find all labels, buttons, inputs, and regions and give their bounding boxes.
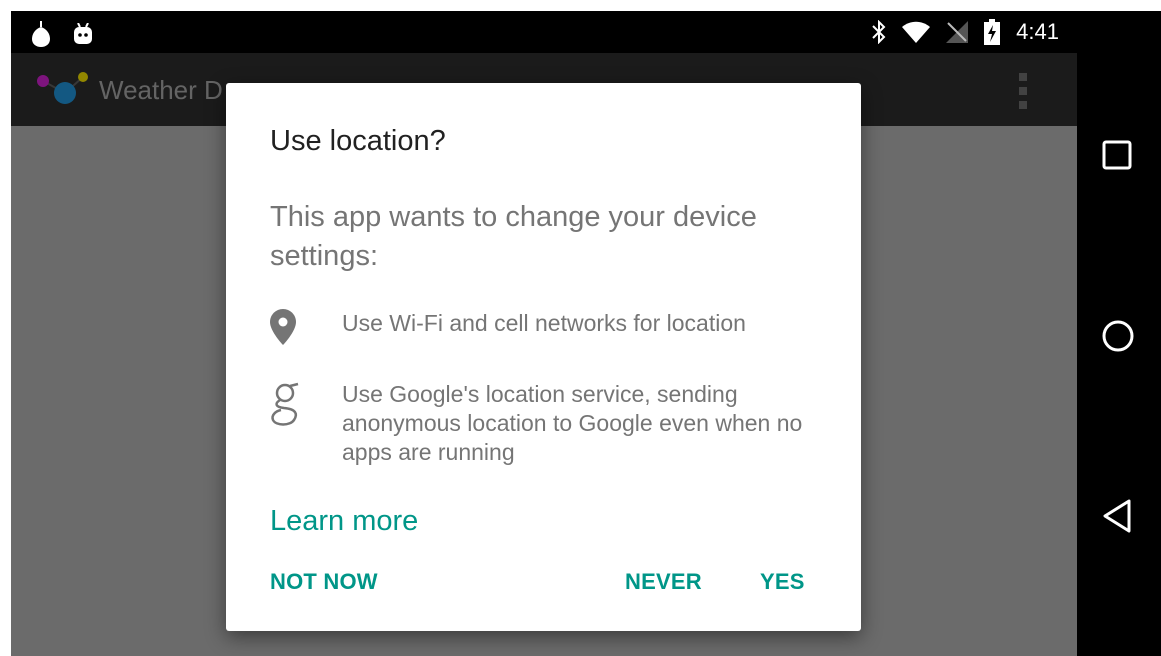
location-dialog: Use location? This app wants to change y… bbox=[226, 83, 861, 631]
never-button[interactable]: NEVER bbox=[625, 569, 702, 595]
android-robot-icon bbox=[73, 23, 93, 45]
device-screen: 4:41 Weather D Use location? This app wa… bbox=[11, 11, 1161, 656]
recents-square-icon[interactable] bbox=[1101, 139, 1133, 176]
navigation-bar bbox=[1077, 11, 1161, 656]
no-sim-signal-icon bbox=[946, 21, 969, 43]
dialog-title: Use location? bbox=[270, 125, 446, 157]
bluetooth-icon bbox=[872, 20, 886, 44]
wifi-icon bbox=[902, 21, 931, 43]
dialog-message: This app wants to change your device set… bbox=[270, 201, 757, 272]
home-circle-icon[interactable] bbox=[1101, 319, 1135, 358]
location-pin-icon bbox=[270, 309, 342, 350]
notification-pear-icon bbox=[31, 21, 51, 47]
google-g-icon bbox=[270, 380, 342, 467]
dialog-item-text: Use Google's location service, sending a… bbox=[342, 381, 803, 465]
back-triangle-icon[interactable] bbox=[1101, 498, 1133, 539]
status-time: 4:41 bbox=[1016, 19, 1059, 44]
yes-button[interactable]: YES bbox=[760, 569, 805, 595]
dialog-item-wifi: Use Wi-Fi and cell networks for location bbox=[270, 309, 830, 350]
dialog-item-text: Use Wi-Fi and cell networks for location bbox=[342, 310, 746, 336]
status-bar: 4:41 bbox=[11, 11, 1077, 53]
battery-charging-icon bbox=[984, 19, 1001, 45]
dialog-item-google: Use Google's location service, sending a… bbox=[270, 380, 830, 467]
not-now-button[interactable]: NOT NOW bbox=[270, 569, 378, 595]
learn-more-link[interactable]: Learn more bbox=[270, 503, 418, 533]
